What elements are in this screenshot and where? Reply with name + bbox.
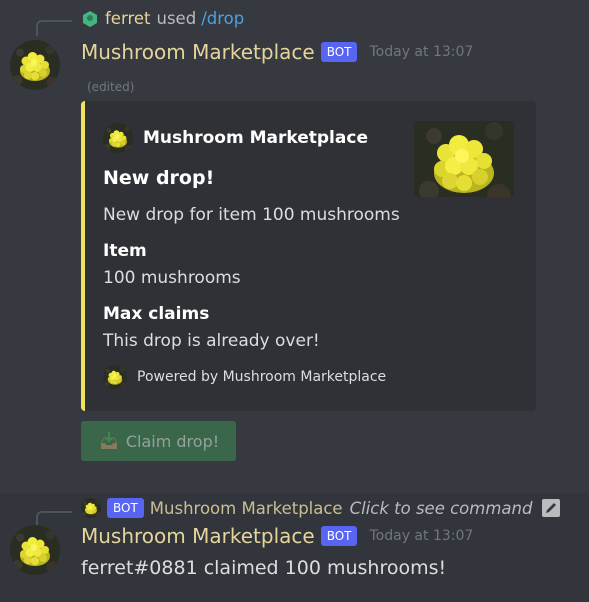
user-avatar-icon	[81, 10, 99, 28]
message-header: Mushroom Marketplace BOT Today at 13:07	[81, 40, 473, 64]
message-header: Mushroom Marketplace BOT Today at 13:07	[81, 524, 473, 548]
embed-field-name: Item	[103, 241, 147, 261]
embed-author: Mushroom Marketplace	[103, 123, 368, 153]
embed-footer-text: Powered by Mushroom Marketplace	[137, 369, 387, 385]
click-to-see-command[interactable]: Click to see command	[350, 499, 533, 518]
embed-author-name: Mushroom Marketplace	[143, 128, 368, 148]
embed-title: New drop!	[103, 167, 215, 189]
timestamp[interactable]: Today at 13:07	[369, 44, 473, 60]
embed-field-name: Max claims	[103, 304, 210, 324]
message-content: ferret#0881 claimed 100 mushrooms!	[81, 557, 447, 579]
author-name[interactable]: Mushroom Marketplace	[81, 524, 315, 548]
edited-label: (edited)	[87, 80, 135, 94]
reply-bot-name[interactable]: Mushroom Marketplace	[150, 499, 343, 518]
claim-drop-button[interactable]: Claim drop!	[81, 421, 236, 461]
bot-badge: BOT	[320, 526, 358, 546]
timestamp[interactable]: Today at 13:07	[369, 528, 473, 544]
bot-badge: BOT	[320, 42, 358, 62]
reply-used-text: used	[156, 9, 197, 28]
reply-connector	[36, 511, 72, 527]
inbox-tray-icon	[98, 430, 120, 452]
embed-thumbnail[interactable]	[414, 121, 514, 197]
embed-footer: Powered by Mushroom Marketplace	[103, 365, 386, 389]
embed: Mushroom Marketplace New drop! New drop …	[81, 101, 536, 411]
reply-reference[interactable]: ferret used /drop	[81, 9, 244, 28]
embed-field-value: 100 mushrooms	[103, 268, 241, 288]
bot-badge: BOT	[107, 498, 144, 518]
message-1: ferret used /drop Mushroom Marketplace B…	[0, 0, 589, 493]
embed-footer-icon	[103, 365, 127, 389]
reply-connector	[36, 20, 72, 36]
embed-description: New drop for item 100 mushrooms	[103, 205, 400, 225]
reply-reference[interactable]: BOT Mushroom Marketplace Click to see co…	[81, 498, 561, 518]
author-name[interactable]: Mushroom Marketplace	[81, 40, 315, 64]
bot-avatar-small-icon	[81, 498, 101, 518]
claim-drop-label: Claim drop!	[125, 431, 220, 451]
message-2: BOT Mushroom Marketplace Click to see co…	[0, 493, 589, 602]
embed-field-value: This drop is already over!	[103, 331, 320, 351]
reply-username[interactable]: ferret	[105, 9, 151, 28]
embed-author-icon	[103, 123, 133, 153]
command-icon	[542, 499, 561, 517]
avatar[interactable]	[10, 525, 60, 575]
avatar[interactable]	[10, 40, 60, 90]
reply-command[interactable]: /drop	[201, 9, 244, 28]
